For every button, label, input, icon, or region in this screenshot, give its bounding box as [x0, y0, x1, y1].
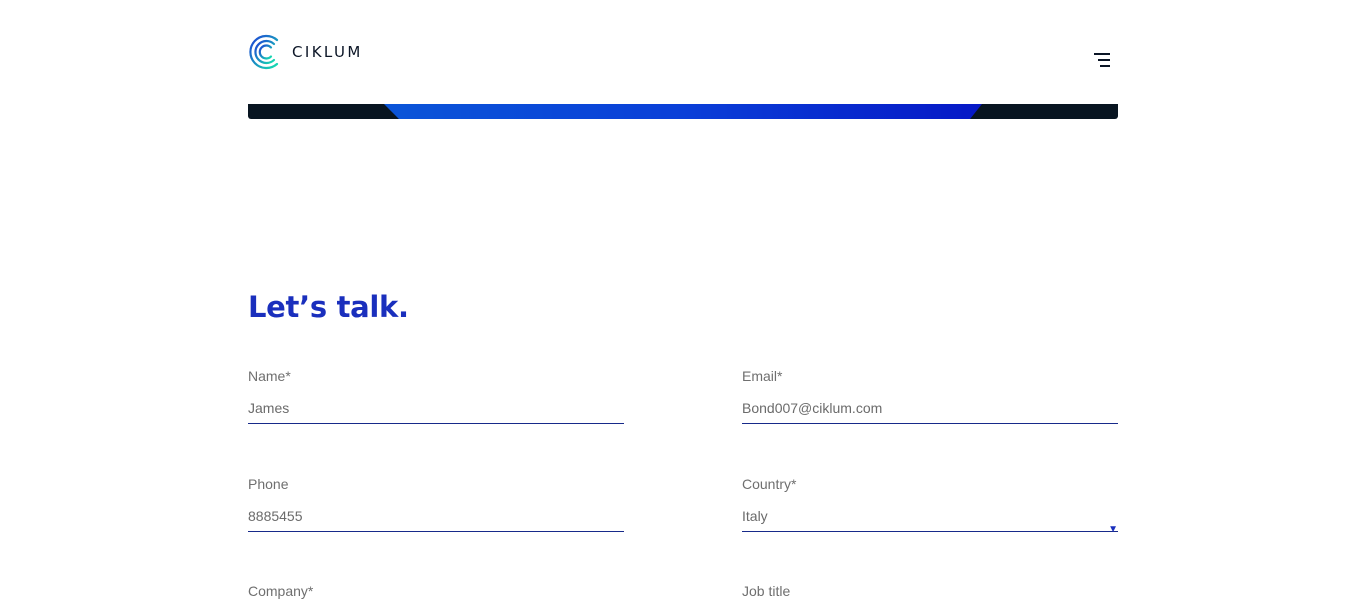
contact-title: Let’s talk. — [248, 290, 409, 324]
phone-field-group: Phone — [248, 475, 624, 532]
ciklum-logo-icon — [248, 34, 280, 70]
country-select[interactable]: Italy ▼ — [742, 507, 1118, 535]
page: CIKLUM Let’s talk. Name* Email* Phone Co… — [0, 0, 1366, 612]
hero-banner — [248, 104, 1118, 119]
name-label: Name* — [248, 368, 291, 384]
country-field-group: Country* Italy ▼ — [742, 475, 1118, 535]
email-field-group: Email* — [742, 367, 1118, 424]
phone-label: Phone — [248, 476, 289, 492]
company-label: Company* — [248, 583, 314, 599]
hamburger-menu-button[interactable] — [1094, 43, 1114, 67]
job-title-label: Job title — [742, 583, 791, 599]
country-select-value[interactable]: Italy — [742, 507, 1118, 532]
logo-wordmark: CIKLUM — [292, 43, 363, 61]
job-title-field-group: Job title — [742, 582, 1118, 600]
email-input[interactable] — [742, 399, 1118, 424]
email-label: Email* — [742, 368, 783, 384]
hero-gradient — [384, 104, 982, 119]
name-field-group: Name* — [248, 367, 624, 424]
phone-input[interactable] — [248, 507, 624, 532]
ciklum-logo-link[interactable]: CIKLUM — [248, 34, 363, 70]
name-input[interactable] — [248, 399, 624, 424]
dropdown-arrow-icon[interactable]: ▼ — [1108, 525, 1118, 535]
country-label: Country* — [742, 476, 797, 492]
company-field-group: Company* — [248, 582, 624, 600]
